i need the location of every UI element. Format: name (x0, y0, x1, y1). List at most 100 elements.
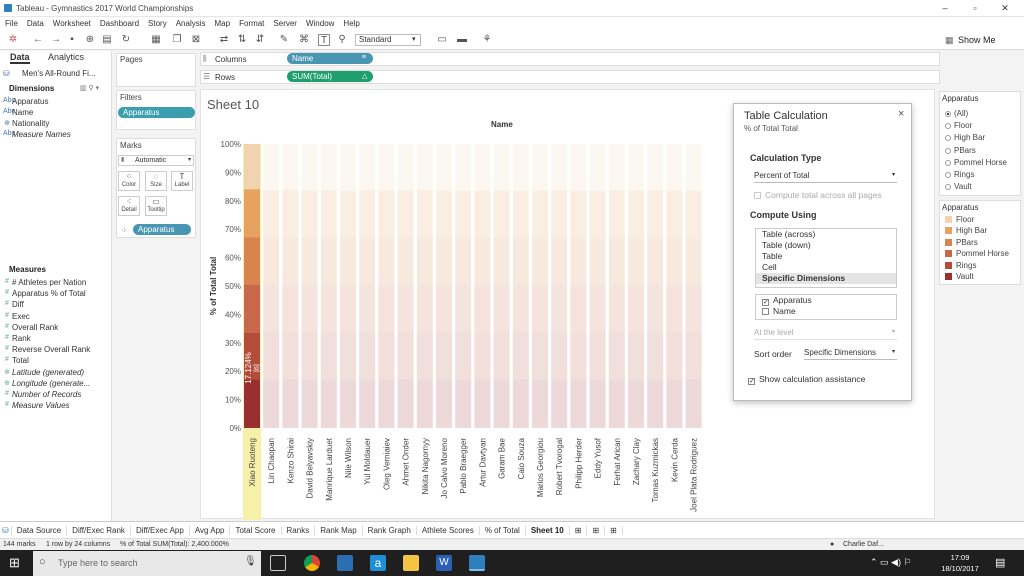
bar-segment[interactable] (685, 379, 702, 428)
bar-segment[interactable] (282, 144, 299, 191)
bar-segment[interactable] (589, 144, 606, 191)
tableau-logo-icon[interactable]: ✲ (7, 34, 19, 46)
dimension-checkbox[interactable]: Name (756, 306, 896, 317)
compute-option[interactable]: Specific Dimensions (756, 273, 896, 284)
file-explorer-icon[interactable] (403, 555, 419, 571)
bar-segment[interactable] (320, 238, 337, 285)
bar-segment[interactable] (589, 238, 606, 286)
menu-worksheet[interactable]: Worksheet (53, 19, 91, 28)
bar-segment[interactable] (301, 144, 318, 191)
bar-segment[interactable] (551, 237, 568, 286)
bar-segment[interactable] (416, 190, 433, 239)
windows-start-icon[interactable]: ⊞ (9, 555, 20, 571)
mark-label-button[interactable]: T Label (171, 171, 193, 191)
bar-segment[interactable] (608, 190, 625, 238)
bar-segment[interactable] (263, 379, 280, 428)
bar-segment[interactable] (512, 285, 529, 333)
bar-segment[interactable] (589, 190, 606, 239)
filter-item[interactable]: PBars (945, 146, 976, 155)
bar-segment[interactable] (666, 190, 683, 239)
marks-pill-apparatus[interactable]: Apparatus (133, 224, 191, 235)
tab-analytics[interactable]: Analytics (48, 52, 84, 62)
menu-help[interactable]: Help (343, 19, 359, 28)
bar-segment[interactable] (244, 237, 260, 285)
save-icon[interactable]: ▪ (66, 34, 78, 46)
bar-segment[interactable] (359, 190, 376, 239)
filter-item[interactable]: Pommel Horse (945, 158, 1007, 167)
clear-sheet-icon[interactable]: ⊠ (190, 34, 202, 46)
calc-type-select[interactable]: Percent of Total ▾ (754, 171, 897, 183)
bar-segment[interactable] (532, 285, 548, 333)
bar-segment[interactable] (397, 144, 414, 191)
dimension-field[interactable]: Nationality (12, 119, 49, 128)
duplicate-sheet-icon[interactable]: ❐ (171, 34, 183, 46)
taskbar-search[interactable]: Type here to search (33, 551, 261, 576)
bar-segment[interactable] (301, 238, 318, 286)
bar-segment[interactable] (455, 190, 472, 238)
bar-segment[interactable] (320, 332, 337, 380)
bar-segment[interactable] (416, 238, 433, 286)
bar-segment[interactable] (608, 379, 625, 428)
bar-segment[interactable] (647, 190, 664, 238)
menu-data[interactable]: Data (27, 19, 44, 28)
new-story-icon[interactable]: ⊞ (605, 525, 623, 535)
bar-segment[interactable] (647, 379, 664, 428)
bar-segment[interactable] (340, 144, 356, 191)
tableau-taskbar-icon[interactable] (337, 555, 353, 571)
bar-segment[interactable] (263, 237, 280, 286)
bar-segment[interactable] (512, 144, 529, 191)
close-icon[interactable]: × (898, 108, 904, 120)
bar-segment[interactable] (455, 285, 472, 333)
bar-segment[interactable] (436, 190, 452, 239)
menu-story[interactable]: Story (148, 19, 167, 28)
bar-segment[interactable] (436, 238, 452, 286)
sheet-tab[interactable]: Athlete Scores (417, 525, 480, 535)
bar-segment[interactable] (628, 144, 644, 191)
bar-segment[interactable] (378, 190, 395, 239)
highlight-icon[interactable]: ✎ (278, 34, 290, 46)
measure-field[interactable]: # Athletes per Nation (12, 278, 86, 287)
bar-segment[interactable] (474, 238, 491, 286)
bar-segment[interactable] (628, 285, 644, 333)
bar-segment[interactable] (340, 285, 356, 333)
bar-segment[interactable] (320, 144, 337, 191)
bar-segment[interactable] (570, 144, 587, 191)
bar-segment[interactable] (474, 379, 491, 428)
color-legend-item[interactable]: Pommel Horse (945, 249, 1009, 258)
sheet-tab[interactable]: Avg App (190, 525, 231, 535)
bar-segment[interactable] (608, 237, 625, 286)
bar-segment[interactable] (397, 379, 414, 428)
measure-field[interactable]: Apparatus % of Total (12, 289, 86, 298)
filter-item[interactable]: High Bar (945, 133, 985, 142)
color-legend-item[interactable]: Vault (945, 272, 974, 281)
bar-segment[interactable] (455, 144, 472, 191)
tableau-active-icon[interactable] (469, 555, 485, 571)
menu-map[interactable]: Map (215, 19, 231, 28)
bar-segment[interactable] (359, 332, 376, 380)
new-sheet-icon[interactable]: ▦ (150, 34, 162, 46)
bar-segment[interactable] (666, 285, 683, 333)
bar-segment[interactable] (455, 380, 472, 428)
dimension-field[interactable]: Name (12, 108, 33, 117)
datasource-name[interactable]: Men's All-Round Fi... (22, 69, 96, 78)
measure-field[interactable]: Exec (12, 312, 30, 321)
bar-segment[interactable] (320, 190, 337, 239)
close-window-icon[interactable]: ✕ (998, 3, 1012, 14)
pause-updates-icon[interactable]: ▤ (101, 34, 113, 46)
bar-segment[interactable] (493, 144, 510, 191)
bar-segment[interactable] (282, 190, 299, 238)
compute-option[interactable]: Cell (756, 262, 896, 273)
menu-window[interactable]: Window (306, 19, 334, 28)
filter-item[interactable]: (All) (945, 109, 968, 118)
stacked-bar-chart[interactable]: 0% 10% 20% 30% 40% 50% 60% 70% 80% 90% 100% % of To… (200, 130, 800, 520)
taskbar-clock[interactable]: 17:09 18/10/2017 (940, 552, 980, 574)
bar-segment[interactable] (416, 380, 433, 428)
color-legend-item[interactable]: Floor (945, 215, 974, 224)
bar-segment[interactable] (493, 190, 510, 238)
bar-segment[interactable] (512, 237, 529, 286)
presentation-icon[interactable]: ▬ (456, 34, 468, 46)
sheet-tab[interactable]: Ranks (282, 525, 316, 535)
status-user[interactable]: Charlie Daf... (843, 541, 884, 548)
bar-segment[interactable] (340, 380, 356, 428)
bar-segment[interactable] (512, 332, 529, 380)
